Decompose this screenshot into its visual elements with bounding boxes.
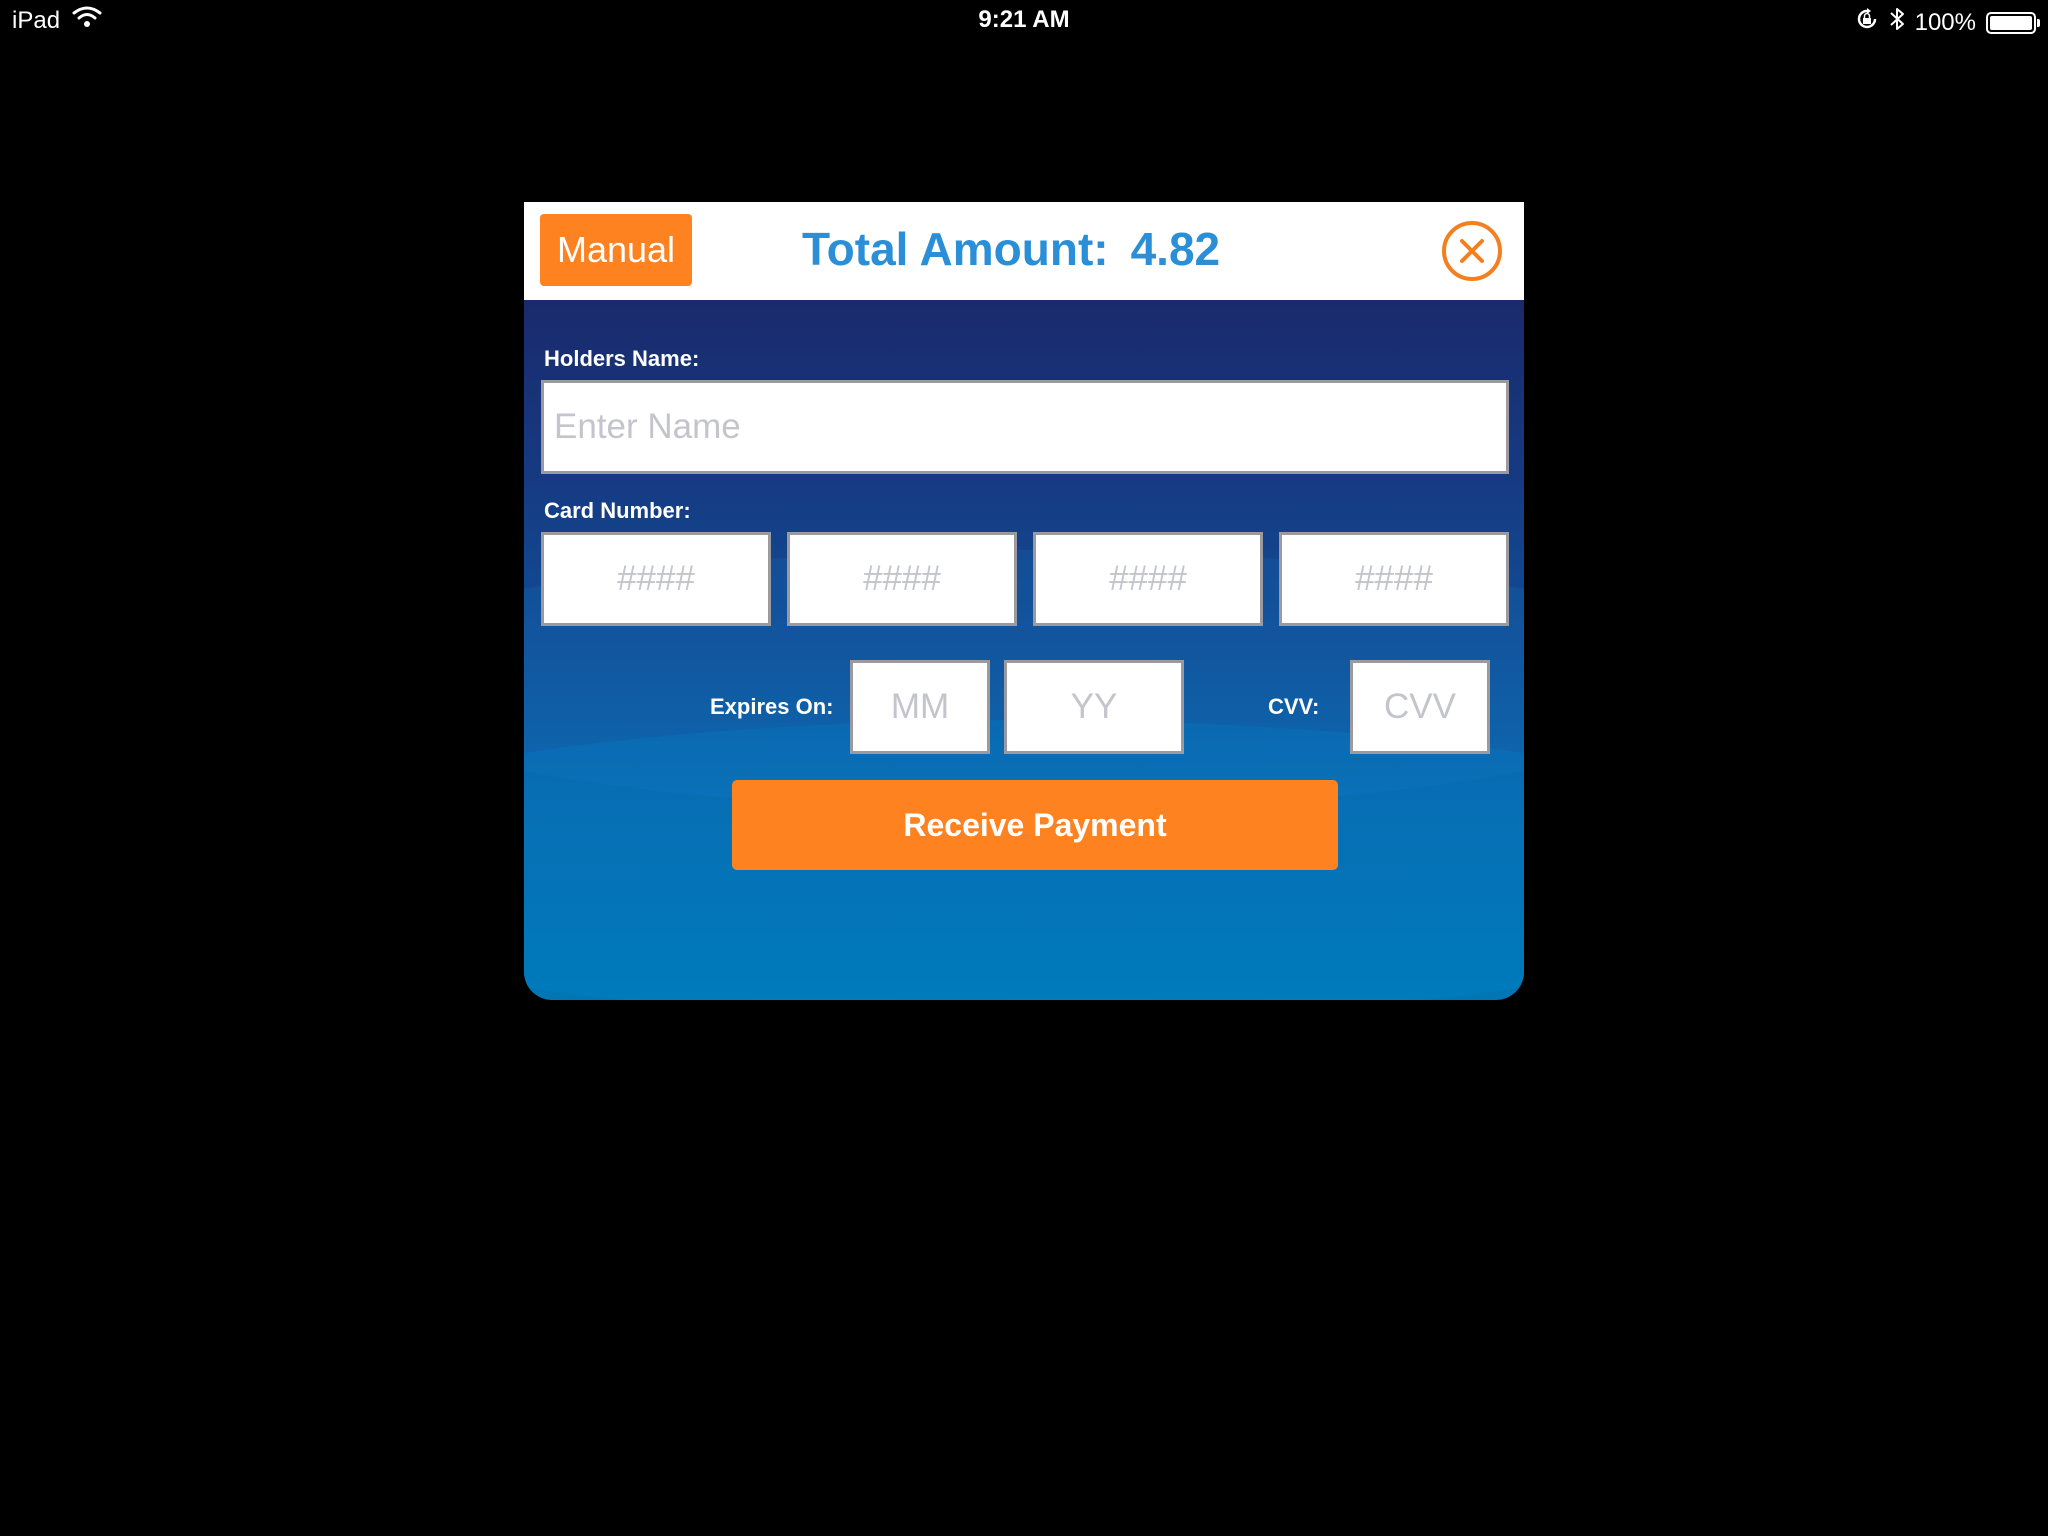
status-bar: iPad 9:21 AM 100% [0,0,2048,40]
status-time: 9:21 AM [978,6,1070,33]
total-amount-label: Total Amount: [802,223,1109,275]
total-amount-value: 4.82 [1130,223,1221,275]
manual-button[interactable]: Manual [540,214,692,286]
card-number-input-4[interactable] [1279,532,1509,626]
battery-icon [1986,11,2040,34]
payment-dialog: Manual Total Amount: 4.82 Holders Name: … [524,202,1524,1000]
card-number-input-1[interactable] [541,532,771,626]
screen: iPad 9:21 AM 100% Manual Total Amount: 4… [0,0,2048,1536]
card-number-label: Card Number: [544,498,691,523]
cvv-input[interactable] [1350,660,1490,754]
card-number-input-3[interactable] [1033,532,1263,626]
expires-on-label: Expires On: [710,694,834,719]
holder-name-label: Holders Name: [544,346,700,371]
battery-percent: 100% [1914,8,1976,36]
bluetooth-icon [1889,6,1905,39]
expiry-year-input[interactable] [1004,660,1184,754]
cvv-label: CVV: [1268,694,1320,719]
close-button[interactable] [1442,221,1502,281]
close-icon [1460,239,1484,263]
dialog-header: Manual Total Amount: 4.82 [524,202,1524,300]
card-number-input-2[interactable] [787,532,1017,626]
receive-payment-button[interactable]: Receive Payment [732,780,1338,870]
total-amount: Total Amount: 4.82 [802,222,1220,276]
dialog-body: Holders Name: Card Number: Expires On: C… [524,300,1524,1000]
holder-name-input[interactable] [541,380,1509,474]
status-right: 100% [1855,6,2040,39]
orientation-lock-icon [1855,7,1879,38]
expiry-month-input[interactable] [850,660,990,754]
